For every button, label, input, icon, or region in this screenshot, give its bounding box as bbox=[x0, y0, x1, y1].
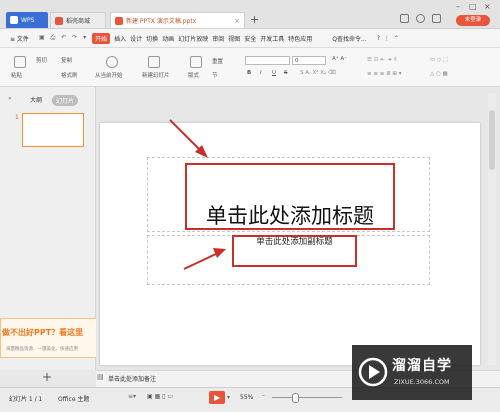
bold-button[interactable]: B bbox=[247, 70, 251, 76]
shape-icons[interactable]: △ ○ ▦ bbox=[430, 71, 448, 77]
settings-icon[interactable] bbox=[416, 14, 425, 23]
command-search[interactable]: Q查找命令... bbox=[332, 34, 366, 43]
grow-font-icon[interactable]: A⁺ A⁻ bbox=[332, 56, 347, 62]
menu-start[interactable]: 开始 bbox=[92, 32, 111, 44]
view-mode-icons[interactable]: ▣ ▦ ▯ ▭ bbox=[147, 393, 173, 400]
menu-developer[interactable]: 开发工具 bbox=[260, 34, 284, 43]
subtitle-arrow-icon bbox=[183, 248, 226, 270]
align-icons[interactable]: ≡ ≡ ≡ ≣ ⊞ ▾ bbox=[367, 71, 402, 77]
slide-thumbnail[interactable] bbox=[22, 113, 84, 147]
section-button[interactable]: 节 bbox=[212, 71, 218, 79]
tab-wps[interactable]: WPS bbox=[6, 12, 48, 28]
tab-store[interactable]: 稻壳商城 bbox=[50, 12, 106, 28]
layout-button[interactable]: 版式 bbox=[188, 71, 199, 79]
file-menu[interactable]: ≡ 文件 bbox=[10, 34, 29, 43]
ribbon: 粘贴 剪切 复制 格式刷 从当前开始 新建幻灯片 版式 重置 节 0 A⁺ A⁻… bbox=[0, 48, 500, 87]
zoom-slider[interactable] bbox=[272, 397, 342, 398]
strikethrough-button[interactable]: S bbox=[284, 70, 288, 76]
menu-review[interactable]: 审阅 bbox=[212, 34, 224, 43]
tab-slides[interactable]: 幻灯片 bbox=[52, 95, 79, 106]
wps-logo-icon bbox=[10, 16, 18, 24]
slide-number: 1 bbox=[15, 114, 19, 121]
promo-banner[interactable] bbox=[0, 318, 100, 358]
zoom-out-icon[interactable]: – bbox=[262, 392, 265, 399]
new-slide-icon[interactable] bbox=[148, 56, 160, 68]
paste-button[interactable]: 粘贴 bbox=[11, 71, 22, 79]
play-from-current-icon[interactable] bbox=[106, 56, 118, 68]
more-icon[interactable]: ⋮ bbox=[384, 35, 390, 42]
theme-name: Office 主题 bbox=[58, 396, 90, 403]
promo-subtitle: 海量精品资源、一键美化、快速应用 bbox=[6, 347, 78, 352]
layout-icon[interactable] bbox=[190, 56, 202, 68]
maximize-icon[interactable]: □ bbox=[469, 2, 477, 11]
list-icons[interactable]: ☰ ☷ ⇤ ⇥ ⇳ bbox=[367, 57, 398, 63]
new-tab-icon[interactable]: + bbox=[250, 13, 259, 26]
font-effects-icons[interactable]: S A· X² X₂ ⌫ bbox=[300, 70, 336, 76]
menu-design[interactable]: 设计 bbox=[130, 34, 142, 43]
promo-title: 做不出好PPT？看这里 bbox=[2, 328, 84, 337]
zoom-slider-thumb[interactable] bbox=[292, 393, 299, 403]
from-current-button[interactable]: 从当前开始 bbox=[95, 71, 123, 79]
notes-placeholder[interactable]: 单击此处添加备注 bbox=[108, 374, 156, 383]
reset-button[interactable]: 重置 bbox=[212, 57, 223, 65]
minimize-icon[interactable]: – bbox=[456, 2, 460, 11]
collapse-panel-icon[interactable]: « bbox=[8, 95, 12, 102]
slide-subtitle[interactable]: 单击此处添加副标题 bbox=[232, 235, 357, 247]
close-window-icon[interactable]: × bbox=[484, 2, 491, 11]
menu-view[interactable]: 视图 bbox=[228, 34, 240, 43]
play-icon: ▶ bbox=[214, 393, 221, 402]
help-icon[interactable]: ? bbox=[377, 35, 380, 42]
cut-button[interactable]: 剪切 bbox=[36, 56, 47, 64]
watermark-title: 溜溜自学 bbox=[392, 358, 452, 374]
menu-security[interactable]: 安全 bbox=[244, 34, 256, 43]
close-tab-icon[interactable]: × bbox=[234, 17, 240, 25]
slideshow-play-button[interactable]: ▶ bbox=[209, 391, 225, 404]
tab-wps-label: WPS bbox=[21, 16, 35, 24]
menu-special[interactable]: 特色应用 bbox=[288, 34, 312, 43]
login-button[interactable]: 未登录 bbox=[456, 15, 490, 26]
store-icon bbox=[55, 16, 63, 25]
textbox-icons[interactable]: ▭ ◇ ⬚ bbox=[430, 57, 448, 63]
annotation-arrows bbox=[169, 119, 226, 270]
paste-icon[interactable] bbox=[14, 56, 26, 68]
menu-slideshow[interactable]: 幻灯片放映 bbox=[178, 34, 208, 43]
tab-document[interactable]: 新建 PPTX 演示文稿.pptx × bbox=[110, 12, 245, 28]
underline-button[interactable]: U bbox=[272, 70, 276, 76]
title-bar: WPS 稻壳商城 新建 PPTX 演示文稿.pptx × + 未登录 – □ × bbox=[0, 0, 500, 29]
slide-counter: 幻灯片 1 / 1 bbox=[9, 396, 43, 403]
add-slide-button[interactable]: + bbox=[42, 370, 52, 384]
skin-icon[interactable] bbox=[400, 14, 409, 23]
pptx-file-icon bbox=[115, 16, 123, 25]
tab-store-label: 稻壳商城 bbox=[66, 18, 91, 25]
italic-button[interactable]: I bbox=[260, 70, 262, 76]
font-size-select[interactable]: 0 bbox=[292, 56, 326, 65]
scrollbar-thumb[interactable] bbox=[489, 110, 495, 170]
menu-insert[interactable]: 插入 bbox=[114, 34, 126, 43]
collapse-ribbon-icon[interactable]: ⌃ bbox=[394, 35, 399, 42]
notes-icon: ▤ bbox=[97, 373, 104, 381]
title-arrow-icon bbox=[169, 119, 208, 158]
menu-transition[interactable]: 切换 bbox=[146, 34, 158, 43]
quick-access-icons[interactable]: ▣ ⎙ ↶ ↷ ▾ bbox=[39, 34, 88, 42]
menu-animation[interactable]: 动画 bbox=[162, 34, 174, 43]
font-name-select[interactable] bbox=[245, 56, 290, 65]
new-slide-button[interactable]: 新建幻灯片 bbox=[142, 71, 170, 79]
menu-bar: ≡ 文件 ▣ ⎙ ↶ ↷ ▾ 开始 插入 设计 切换 动画 幻灯片放映 审阅 视… bbox=[0, 29, 500, 48]
tab-outline[interactable]: 大纲 bbox=[30, 95, 42, 104]
copy-button[interactable]: 复制 bbox=[61, 56, 72, 64]
zoom-level[interactable]: 55% bbox=[240, 394, 253, 401]
tab-document-label: 新建 PPTX 演示文稿.pptx bbox=[126, 18, 197, 25]
notes-toggle-icon[interactable]: ≡▾ bbox=[128, 393, 136, 400]
watermark-logo-icon bbox=[358, 357, 388, 387]
slideshow-options-icon[interactable]: ▾ bbox=[227, 394, 230, 401]
menu-icon[interactable] bbox=[432, 14, 441, 23]
watermark-url: ZIXUE.3066.COM bbox=[394, 378, 450, 386]
format-painter-button[interactable]: 格式刷 bbox=[61, 71, 78, 79]
